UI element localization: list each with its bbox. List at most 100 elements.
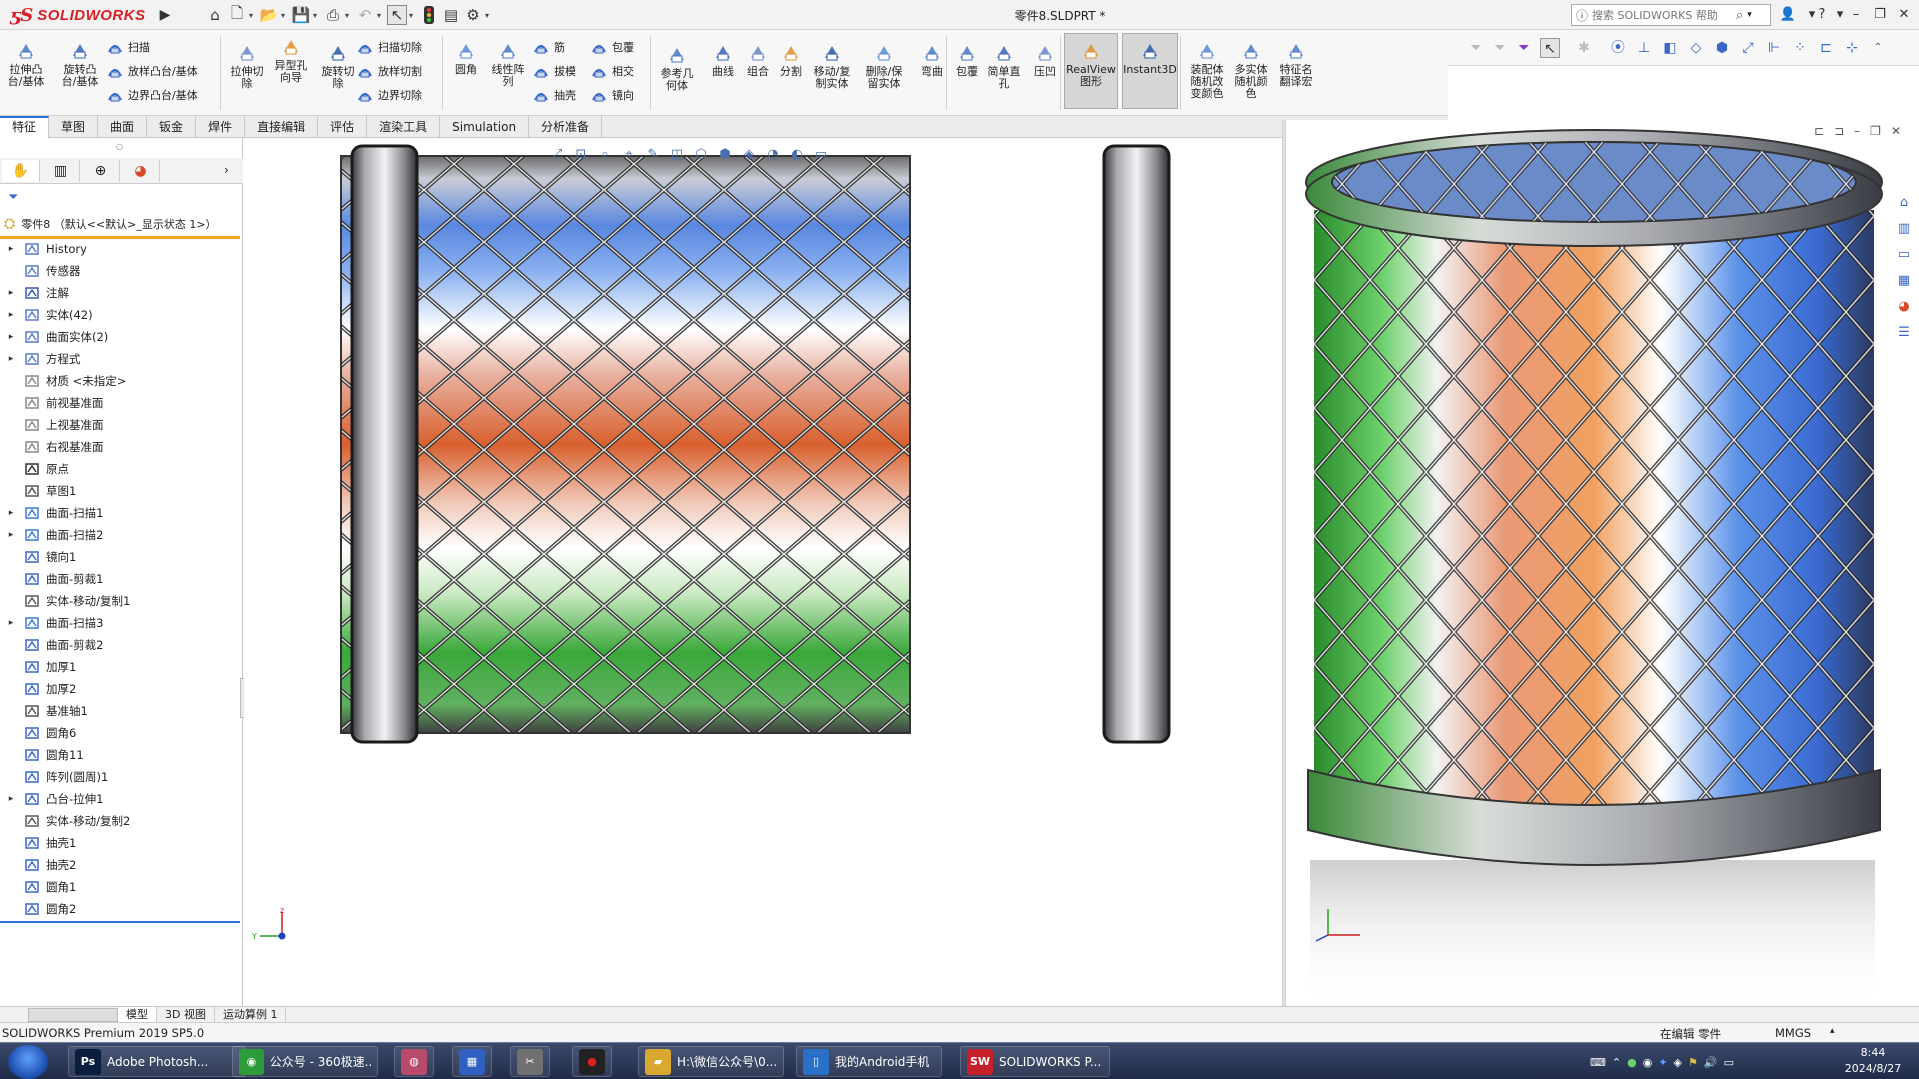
restore-icon[interactable]: ❐ <box>1870 124 1881 142</box>
tree-item[interactable]: 上视基准面 <box>0 414 243 436</box>
search-icon[interactable]: ⌕ <box>1736 8 1743 23</box>
ribbon-sweep-button[interactable]: 扫描 <box>106 36 150 58</box>
ribbon-boundary-boss-button[interactable]: 边界凸台/基体 <box>106 84 198 106</box>
filter-axes-icon[interactable]: ⊩ <box>1764 38 1784 58</box>
chevron-down-icon[interactable]: ▾ <box>313 11 321 20</box>
tree-item[interactable]: 圆角11 <box>0 744 243 766</box>
minimize-icon[interactable]: – <box>1854 124 1860 142</box>
edit-appearance-icon[interactable]: ◈ <box>740 146 758 164</box>
tree-item[interactable]: 基准轴1 <box>0 700 243 722</box>
chevron-down-icon[interactable]: ▾ <box>377 11 385 20</box>
tree-item[interactable]: ▸ 实体(42) <box>0 304 243 326</box>
graphics-area-isometric-view[interactable] <box>1286 120 1919 1006</box>
tab-1[interactable]: 草图 <box>49 116 99 138</box>
next-view-icon[interactable]: ⊐ <box>1834 124 1844 142</box>
ribbon-lofted-cut-button[interactable]: 放样切割 <box>356 60 422 82</box>
part-root-node[interactable]: ⛭ 零件8 （默认<<默认>_显示状态 1>） <box>4 216 217 232</box>
ribbon-hole-wizard-button[interactable]: 异型孔 向导 <box>270 36 312 84</box>
tab-7[interactable]: 渲染工具 <box>367 116 441 138</box>
tree-item[interactable]: 曲面-剪裁1 <box>0 568 243 590</box>
security-icon[interactable]: ◈ <box>1674 1056 1682 1069</box>
file-explorer-icon[interactable]: ▭ <box>1893 244 1915 266</box>
taskbar-item[interactable]: ▯ 我的Android手机 <box>796 1046 942 1077</box>
ribbon-feature-translate-button[interactable]: 特征名 翻译宏 <box>1274 40 1318 88</box>
solidworks-resources-icon[interactable]: ⌂ <box>1893 192 1915 214</box>
filter-icon[interactable]: ⏷ <box>1466 38 1486 58</box>
tab-3[interactable]: 钣金 <box>147 116 197 138</box>
tab-0[interactable]: 特征 <box>0 116 50 138</box>
filter-curves-icon[interactable]: ⤢ <box>1738 38 1758 58</box>
filter-faces-icon[interactable]: ◧ <box>1660 38 1680 58</box>
tree-item[interactable]: 镜向1 <box>0 546 243 568</box>
expand-arrow-icon[interactable]: ▸ <box>4 530 18 540</box>
view-orientation-icon[interactable]: ◫ <box>668 146 686 164</box>
filter-dimensions-icon[interactable]: ⊏ <box>1816 38 1836 58</box>
tab-scroll-arrows[interactable] <box>28 1007 118 1022</box>
toolbar-overflow-icon[interactable]: ⌃ <box>1868 38 1888 58</box>
tree-item[interactable]: 阵列(圆周)1 <box>0 766 243 788</box>
chevron-up-icon[interactable]: ▴ <box>1830 1026 1835 1036</box>
ribbon-intersect-button[interactable]: 相交 <box>590 60 634 82</box>
expand-arrow-icon[interactable]: ▸ <box>4 244 18 254</box>
tree-item[interactable]: 曲面-剪裁2 <box>0 634 243 656</box>
ribbon-linear-pattern-button[interactable]: 线性阵 列 <box>488 40 528 88</box>
tree-item[interactable]: 材质 <未指定> <box>0 370 243 392</box>
display-pane-icon[interactable]: ▭ <box>812 146 830 164</box>
apply-scene-icon[interactable]: ◔ <box>764 146 782 164</box>
appearances-icon[interactable]: ◕ <box>1893 296 1915 318</box>
tree-item[interactable]: ▸ 注解 <box>0 282 243 304</box>
chevron-down-icon[interactable]: ▾ <box>249 11 257 20</box>
help-icon[interactable]: ? <box>1812 5 1832 25</box>
tab-2[interactable]: 曲面 <box>98 116 148 138</box>
hide-show-items-icon[interactable]: ⬢ <box>716 146 734 164</box>
select-cursor-icon[interactable]: ↖ <box>387 5 407 25</box>
ribbon-revolve-cut-button[interactable]: 旋转切 除 <box>318 42 358 90</box>
ribbon-wrap-large-button[interactable]: 包覆 <box>950 42 984 78</box>
tree-item[interactable]: ▸ 方程式 <box>0 348 243 370</box>
tab-9[interactable]: 分析准备 <box>529 116 603 138</box>
panel-grip-icon[interactable]: ○ <box>116 142 123 151</box>
taskbar-clock[interactable]: 8:44 2024/8/27 <box>1838 1045 1908 1077</box>
tree-item[interactable]: 圆角6 <box>0 722 243 744</box>
clear-filters-icon[interactable]: ✱ <box>1574 38 1594 58</box>
view-settings-icon[interactable]: ◐ <box>788 146 806 164</box>
tab-8[interactable]: Simulation <box>440 116 530 138</box>
tab-5[interactable]: 直接编辑 <box>245 116 319 138</box>
taskbar-item[interactable]: ✂ <box>510 1046 550 1077</box>
taskbar-item[interactable]: ◉ 公众号 - 360极速... <box>232 1046 378 1077</box>
display-icon[interactable]: ▭ <box>1724 1056 1734 1069</box>
ribbon-delete-keep-body-button[interactable]: 删除/保 留实体 <box>860 42 908 90</box>
tree-item[interactable]: 右视基准面 <box>0 436 243 458</box>
expand-arrow-icon[interactable]: ▸ <box>4 794 18 804</box>
tree-item[interactable]: 加厚2 <box>0 678 243 700</box>
save-icon[interactable]: 💾 <box>291 5 311 25</box>
previous-view-icon[interactable]: ⊏ <box>1814 124 1824 142</box>
ribbon-reference-geometry-button[interactable]: 参考几 何体 <box>656 44 698 92</box>
restore-icon[interactable]: ❐ <box>1870 5 1890 25</box>
bottom-tab-0[interactable]: 模型 <box>118 1006 157 1023</box>
bottom-tab-2[interactable]: 运动算例 1 <box>215 1006 287 1023</box>
display-manager-tab-icon[interactable]: ◕ <box>122 160 160 182</box>
tab-4[interactable]: 焊件 <box>196 116 246 138</box>
wechat-icon[interactable]: ● <box>1627 1056 1637 1069</box>
ribbon-swept-cut-button[interactable]: 扫描切除 <box>356 36 422 58</box>
ribbon-assembly-color-button[interactable]: 装配体 随机改 变颜色 <box>1186 40 1228 100</box>
rebuild-traffic-light-icon[interactable] <box>419 5 439 25</box>
ribbon-rib-button[interactable]: 筋 <box>532 36 565 58</box>
chevron-down-icon[interactable]: ▾ <box>409 11 417 20</box>
tree-item[interactable]: ▸ 曲面-扫描3 <box>0 612 243 634</box>
volume-icon[interactable]: 🔊 <box>1704 1056 1718 1069</box>
taskbar-item[interactable]: ◍ <box>394 1046 434 1077</box>
design-library-icon[interactable]: ▥ <box>1893 218 1915 240</box>
chevron-right-icon[interactable]: › <box>224 163 229 177</box>
ribbon-boundary-cut-button[interactable]: 边界切除 <box>356 84 422 106</box>
rollback-bar[interactable] <box>0 921 240 923</box>
ribbon-draft-button[interactable]: 拔模 <box>532 60 576 82</box>
bottom-tab-1[interactable]: 3D 视图 <box>157 1006 215 1023</box>
view-palette-icon[interactable]: ▦ <box>1893 270 1915 292</box>
keyboard-icon[interactable]: ⌨ <box>1590 1056 1606 1069</box>
filter-bodies-icon[interactable]: ⬢ <box>1712 38 1732 58</box>
menu-expand-arrow-icon[interactable]: ▶ <box>158 5 172 25</box>
tree-item[interactable]: ▸ History <box>0 238 243 260</box>
ribbon-wrap-button[interactable]: 包覆 <box>590 36 634 58</box>
